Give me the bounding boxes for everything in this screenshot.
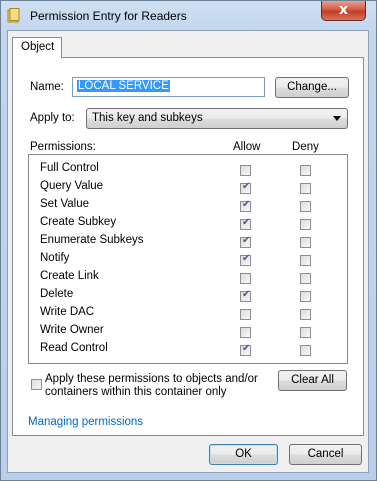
chevron-down-icon xyxy=(333,116,341,121)
allow-checkbox[interactable]: ✔ xyxy=(240,181,251,194)
permission-label: Write DAC xyxy=(40,306,95,318)
close-icon: x xyxy=(338,2,349,18)
allow-checkbox[interactable] xyxy=(240,327,251,338)
close-button[interactable]: x xyxy=(321,1,366,21)
deny-checkbox[interactable] xyxy=(300,237,311,248)
deny-checkbox[interactable] xyxy=(300,183,311,194)
permission-label: Set Value xyxy=(40,198,90,210)
allow-header: Allow xyxy=(233,141,261,153)
allow-checkbox[interactable]: ✔ xyxy=(240,253,251,266)
deny-checkbox[interactable] xyxy=(300,201,311,212)
allow-checkbox[interactable] xyxy=(240,273,251,284)
allow-checkbox[interactable]: ✔ xyxy=(240,343,251,356)
permission-label: Write Owner xyxy=(40,324,104,336)
clear-all-button[interactable]: Clear All xyxy=(278,370,347,391)
window-title: Permission Entry for Readers xyxy=(30,9,187,23)
deny-checkbox[interactable] xyxy=(300,291,311,302)
deny-checkbox[interactable] xyxy=(300,327,311,338)
checkmark-icon: ✔ xyxy=(242,289,251,300)
apply-to-select[interactable]: This key and subkeys xyxy=(86,108,348,129)
deny-header: Deny xyxy=(292,141,319,153)
tab-object[interactable]: Object xyxy=(12,37,62,58)
cancel-button[interactable]: Cancel xyxy=(289,444,362,465)
ok-button[interactable]: OK xyxy=(209,444,278,465)
checkmark-icon: ✔ xyxy=(242,199,251,210)
deny-checkbox[interactable] xyxy=(300,345,311,356)
allow-checkbox[interactable]: ✔ xyxy=(240,217,251,230)
checkmark-icon: ✔ xyxy=(242,217,251,228)
allow-checkbox[interactable]: ✔ xyxy=(240,199,251,212)
apply-children-checkbox[interactable] xyxy=(31,379,42,390)
deny-checkbox[interactable] xyxy=(300,165,311,176)
managing-permissions-link[interactable]: Managing permissions xyxy=(28,416,143,428)
allow-checkbox[interactable]: ✔ xyxy=(240,289,251,302)
permission-label: Create Link xyxy=(40,270,99,282)
apply-to-label: Apply to: xyxy=(30,112,75,124)
permission-label: Read Control xyxy=(40,342,108,354)
permissions-label: Permissions: xyxy=(30,141,96,153)
apply-children-label-line2: containers within this container only xyxy=(45,386,227,398)
name-field[interactable]: LOCAL SERVICE xyxy=(72,77,265,97)
permission-label: Create Subkey xyxy=(40,216,117,228)
permission-label: Notify xyxy=(40,252,70,264)
deny-checkbox[interactable] xyxy=(300,309,311,320)
allow-checkbox[interactable] xyxy=(240,165,251,176)
allow-checkbox[interactable] xyxy=(240,309,251,320)
checkmark-icon: ✔ xyxy=(242,181,251,192)
permission-label: Query Value xyxy=(40,180,104,192)
change-button[interactable]: Change... xyxy=(275,77,349,98)
permission-label: Enumerate Subkeys xyxy=(40,234,144,246)
checkmark-icon: ✔ xyxy=(242,253,251,264)
checkmark-icon: ✔ xyxy=(242,235,251,246)
permission-label: Full Control xyxy=(40,162,99,174)
title-bar[interactable]: Permission Entry for Readers x xyxy=(1,1,376,31)
deny-checkbox[interactable] xyxy=(300,255,311,266)
checkmark-icon: ✔ xyxy=(242,343,251,354)
deny-checkbox[interactable] xyxy=(300,273,311,284)
apply-children-label-line1: Apply these permissions to objects and/o… xyxy=(45,373,258,385)
folder-icon xyxy=(7,8,20,23)
allow-checkbox[interactable]: ✔ xyxy=(240,235,251,248)
name-label: Name: xyxy=(30,81,64,93)
deny-checkbox[interactable] xyxy=(300,219,311,230)
permission-label: Delete xyxy=(40,288,74,300)
